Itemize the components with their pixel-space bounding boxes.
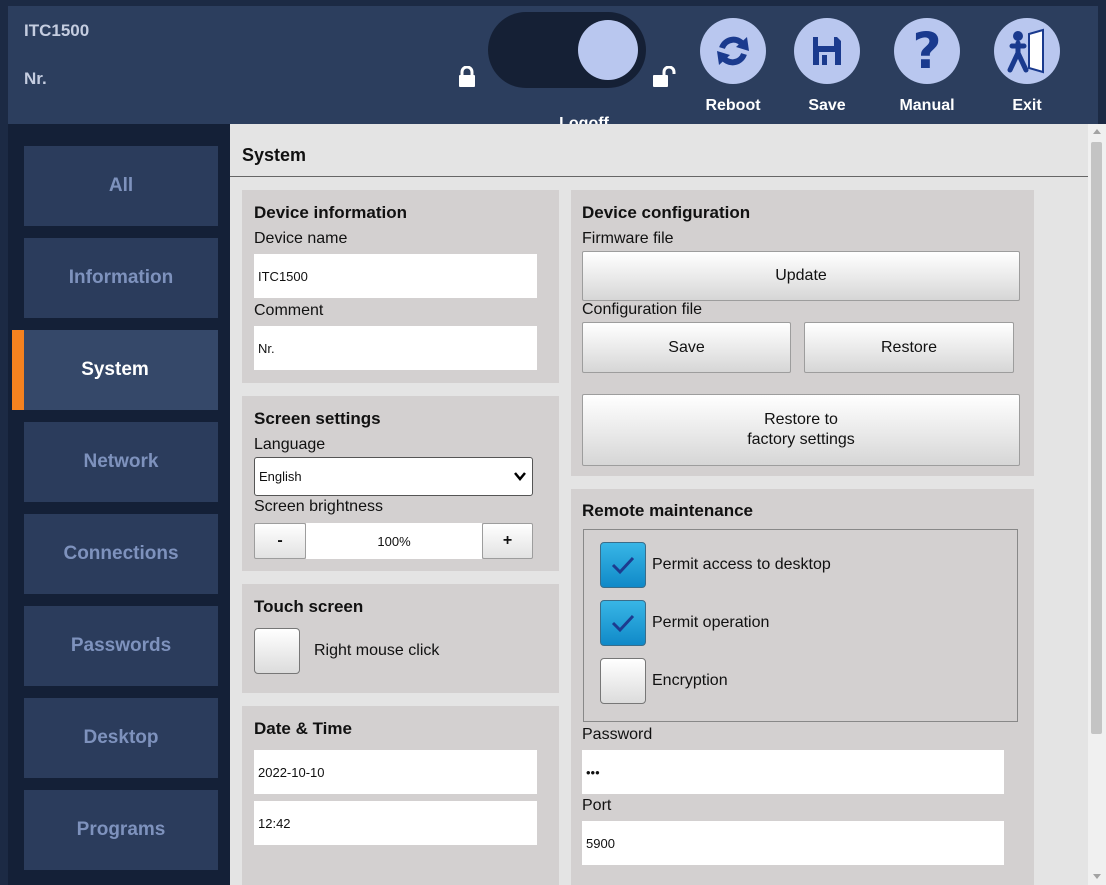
right-mouse-click-checkbox[interactable] [254,628,300,674]
floppy-icon [794,18,860,84]
sidebar-item-connections[interactable]: Connections [24,514,218,594]
scroll-down-arrow-icon[interactable] [1093,874,1101,879]
exit-button[interactable]: Exit [988,18,1066,126]
comment-label: Comment [254,302,324,319]
device-name-label: Device name [254,230,348,247]
permit-desktop-checkbox[interactable] [600,542,646,588]
time-input[interactable]: 12:42 [254,801,537,845]
toggle-knob[interactable] [578,20,638,80]
port-input[interactable]: 5900 [582,821,1004,865]
manual-button[interactable]: ? Manual [888,18,966,126]
chevron-down-icon [514,469,526,484]
checkmark-icon [611,556,635,575]
brightness-label: Screen brightness [254,498,383,515]
logoff-toggle[interactable] [488,12,646,88]
exit-label: Exit [1012,97,1042,114]
active-indicator [12,330,24,410]
panel-title: Device configuration [582,203,751,222]
configuration-file-label: Configuration file [582,301,703,318]
brightness-value: 100% [306,523,482,559]
sidebar: All Information System Network Connectio… [8,124,230,885]
encryption-label: Encryption [652,672,728,689]
factory-reset-button[interactable]: Restore to factory settings [582,394,1020,466]
permit-operation-checkbox[interactable] [600,600,646,646]
restore-config-button[interactable]: Restore [804,322,1014,373]
device-name-input[interactable]: ITC1500 [254,254,537,298]
date-time-panel: Date & Time 2022-10-10 12:42 [242,706,559,885]
brightness-increase-button[interactable]: + [482,523,533,559]
panel-title: Screen settings [254,409,381,428]
date-input[interactable]: 2022-10-10 [254,750,537,794]
language-select[interactable]: English [254,457,533,496]
screen-settings-panel: Screen settings Language English Screen … [242,396,559,571]
sidebar-item-label: Desktop [83,727,159,748]
firmware-file-label: Firmware file [582,230,674,247]
lock-open-icon [652,65,676,93]
factory-reset-line2: factory settings [747,431,855,448]
right-mouse-click-label: Right mouse click [314,642,440,659]
sidebar-item-all[interactable]: All [24,146,218,226]
reboot-button[interactable]: Reboot [694,18,772,126]
update-firmware-button[interactable]: Update [582,251,1020,301]
sidebar-item-label: Passwords [70,635,172,656]
main-content: System Device information Device name IT… [230,124,1090,885]
device-information-panel: Device information Device name ITC1500 C… [242,190,559,383]
panel-title: Remote maintenance [582,501,753,520]
reboot-icon [700,18,766,84]
panel-title: Date & Time [254,719,352,738]
panel-title: Device information [254,203,408,222]
sidebar-item-label: Programs [76,819,166,840]
scrollbar-thumb[interactable] [1091,142,1102,734]
port-label: Port [582,797,612,814]
save-header-button[interactable]: Save [788,18,866,126]
remote-maintenance-panel: Remote maintenance Permit access to desk… [571,489,1034,885]
brightness-decrease-button[interactable]: - [254,523,306,559]
sidebar-item-information[interactable]: Information [24,238,218,318]
title-divider [230,176,1088,177]
sidebar-item-label: Connections [63,543,179,564]
panel-title: Touch screen [254,597,364,616]
factory-reset-line1: Restore to [764,411,838,428]
comment-input[interactable]: Nr. [254,326,537,370]
lock-closed-icon [458,65,476,93]
sidebar-item-label: Network [83,451,159,472]
touch-screen-panel: Touch screen Right mouse click [242,584,559,693]
sidebar-item-label: Information [68,267,174,288]
password-label: Password [582,726,653,743]
language-label: Language [254,436,326,453]
password-input[interactable]: ••• [582,750,1004,794]
permit-desktop-label: Permit access to desktop [652,556,831,573]
reboot-label: Reboot [705,97,761,114]
device-configuration-panel: Device configuration Firmware file Updat… [571,190,1034,476]
manual-label: Manual [899,97,955,114]
sidebar-item-passwords[interactable]: Passwords [24,606,218,686]
language-value: English [259,469,302,484]
top-header: ITC1500 Nr. Reboot Save ? Manual Exit [8,6,1098,124]
question-icon: ? [894,18,960,84]
device-subtitle: Nr. [24,69,47,88]
permit-operation-label: Permit operation [652,614,770,631]
sidebar-item-network[interactable]: Network [24,422,218,502]
save-config-button[interactable]: Save [582,322,791,373]
sidebar-item-programs[interactable]: Programs [24,790,218,870]
sidebar-item-system[interactable]: System [12,330,218,410]
encryption-checkbox[interactable] [600,658,646,704]
device-title: ITC1500 [24,21,90,40]
sidebar-item-label: All [108,175,134,196]
sidebar-item-label: System [81,359,149,380]
scroll-up-arrow-icon[interactable] [1093,129,1101,134]
page-title: System [242,145,307,165]
exit-icon [994,18,1060,84]
sidebar-item-desktop[interactable]: Desktop [24,698,218,778]
save-header-label: Save [808,97,846,114]
checkmark-icon [611,614,635,633]
